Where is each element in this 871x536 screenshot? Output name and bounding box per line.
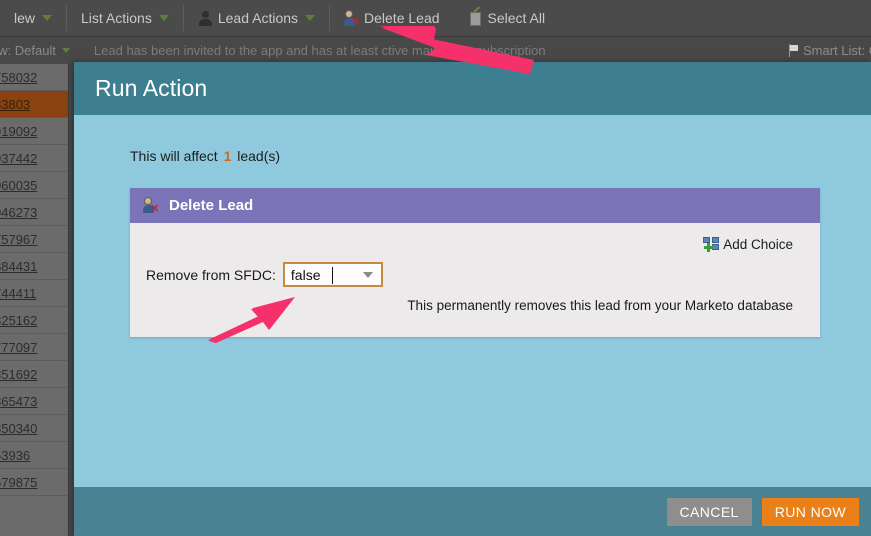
dialog-body: This will affect 1 lead(s) ✕ Delete Lead…: [74, 115, 871, 487]
person-delete-icon: ✕: [143, 198, 160, 215]
table-row[interactable]: 037442: [0, 145, 68, 172]
lead-id[interactable]: 53936: [0, 448, 30, 463]
lead-id[interactable]: 825162: [0, 313, 37, 328]
lead-id-list[interactable]: 758032 33803 919092 037442 060035 046273…: [0, 64, 69, 536]
table-row[interactable]: 919092: [0, 118, 68, 145]
table-row[interactable]: 884431: [0, 253, 68, 280]
table-row[interactable]: 757967: [0, 226, 68, 253]
remove-from-sfdc-value: false: [290, 266, 321, 283]
smart-list-label-text: Smart List: Cl: [802, 42, 871, 58]
table-row[interactable]: 850340: [0, 415, 68, 442]
toolbar-item-lead-actions-label: Lead Actions: [217, 10, 299, 26]
criteria-bar: iew: Default Lead has been invited to th…: [0, 37, 871, 63]
remove-from-sfdc-label: Remove from SFDC:: [146, 266, 276, 283]
run-now-button[interactable]: RUN NOW: [761, 497, 859, 526]
lead-id[interactable]: 851692: [0, 367, 37, 382]
chevron-down-icon: [61, 47, 70, 53]
affect-prefix: This will affect: [130, 148, 218, 164]
add-choice-row: Add Choice: [146, 233, 804, 255]
lead-id[interactable]: 758032: [0, 70, 37, 85]
close-icon: ✕: [351, 15, 361, 28]
table-row[interactable]: 865473: [0, 388, 68, 415]
lead-id[interactable]: 060035: [0, 178, 37, 193]
toolbar-item-new-label: lew: [14, 10, 36, 26]
toolbar-item-delete-lead[interactable]: ✕ Delete Lead: [330, 0, 454, 36]
flag-icon: [787, 43, 799, 57]
person-delete-icon: ✕: [344, 10, 361, 28]
affected-leads-summary: This will affect 1 lead(s): [74, 115, 871, 164]
panel-header: ✕ Delete Lead: [130, 188, 820, 223]
add-choice-button[interactable]: Add Choice: [703, 236, 793, 252]
toolbar-item-list-actions-label: List Actions: [81, 10, 152, 26]
toolbar-item-delete-lead-label: Delete Lead: [364, 10, 440, 26]
dialog-header: Run Action: [74, 62, 871, 115]
criteria-description: Lead has been invited to the app and has…: [93, 42, 546, 58]
table-row[interactable]: 744411: [0, 280, 68, 307]
table-row[interactable]: 060035: [0, 172, 68, 199]
panel-body: Add Choice Remove from SFDC: false This …: [130, 223, 820, 337]
table-row[interactable]: 758032: [0, 64, 68, 91]
person-icon: [198, 10, 213, 26]
add-choice-label: Add Choice: [723, 236, 793, 252]
lead-id[interactable]: 850340: [0, 421, 37, 436]
lead-id[interactable]: 046273: [0, 205, 37, 220]
lead-id[interactable]: 037442: [0, 151, 37, 166]
lead-id[interactable]: 919092: [0, 124, 37, 139]
table-row[interactable]: 046273: [0, 199, 68, 226]
lead-id[interactable]: 777097: [0, 340, 37, 355]
chevron-down-icon: [42, 15, 53, 21]
lead-id[interactable]: 33803: [0, 97, 30, 112]
panel-header-label: Delete Lead: [169, 197, 254, 214]
table-row[interactable]: 851692: [0, 361, 68, 388]
cancel-button[interactable]: CANCEL: [666, 497, 752, 526]
lead-id[interactable]: 884431: [0, 259, 37, 274]
toolbar-item-select-all-label: Select All: [487, 10, 546, 26]
chevron-down-icon: [305, 15, 316, 21]
dialog-footer: CANCEL RUN NOW: [74, 487, 871, 536]
text-cursor: [331, 267, 333, 284]
remove-from-sfdc-select[interactable]: false: [282, 262, 383, 287]
chevron-down-icon[interactable]: [362, 271, 373, 278]
smart-list-label[interactable]: Smart List: Cl: [787, 43, 871, 58]
select-all-icon: [468, 11, 483, 26]
table-row[interactable]: 825162: [0, 307, 68, 334]
toolbar-item-list-actions[interactable]: List Actions: [67, 0, 183, 36]
permanent-delete-warning: This permanently removes this lead from …: [407, 298, 793, 313]
lead-id[interactable]: 865473: [0, 394, 37, 409]
affected-count: 1: [223, 148, 232, 164]
lead-id[interactable]: 744411: [0, 286, 36, 301]
lead-id[interactable]: 679875: [0, 475, 37, 490]
toolbar-item-select-all[interactable]: Select All: [454, 0, 560, 36]
toolbar: lew List Actions Lead Actions ✕ Delete L…: [0, 0, 871, 37]
add-node-icon: [703, 236, 720, 252]
close-icon: ✕: [150, 203, 160, 215]
toolbar-item-lead-actions[interactable]: Lead Actions: [184, 0, 329, 36]
toolbar-item-new[interactable]: lew: [0, 0, 66, 36]
lead-id[interactable]: 757967: [0, 232, 37, 247]
remove-from-sfdc-row: Remove from SFDC: false: [146, 262, 804, 287]
table-row[interactable]: 679875: [0, 469, 68, 496]
page-title: Run Action: [95, 75, 208, 101]
view-selector-label: iew: Default: [0, 42, 56, 58]
table-row[interactable]: 777097: [0, 334, 68, 361]
affect-suffix: lead(s): [237, 148, 281, 164]
view-selector[interactable]: iew: Default: [0, 43, 70, 58]
run-action-dialog: Run Action This will affect 1 lead(s) ✕ …: [74, 62, 871, 536]
delete-lead-action-panel: ✕ Delete Lead Add Choice Remove from SFD…: [130, 188, 820, 337]
table-row[interactable]: 33803: [0, 91, 68, 118]
table-row[interactable]: 53936: [0, 442, 68, 469]
chevron-down-icon: [158, 15, 169, 21]
